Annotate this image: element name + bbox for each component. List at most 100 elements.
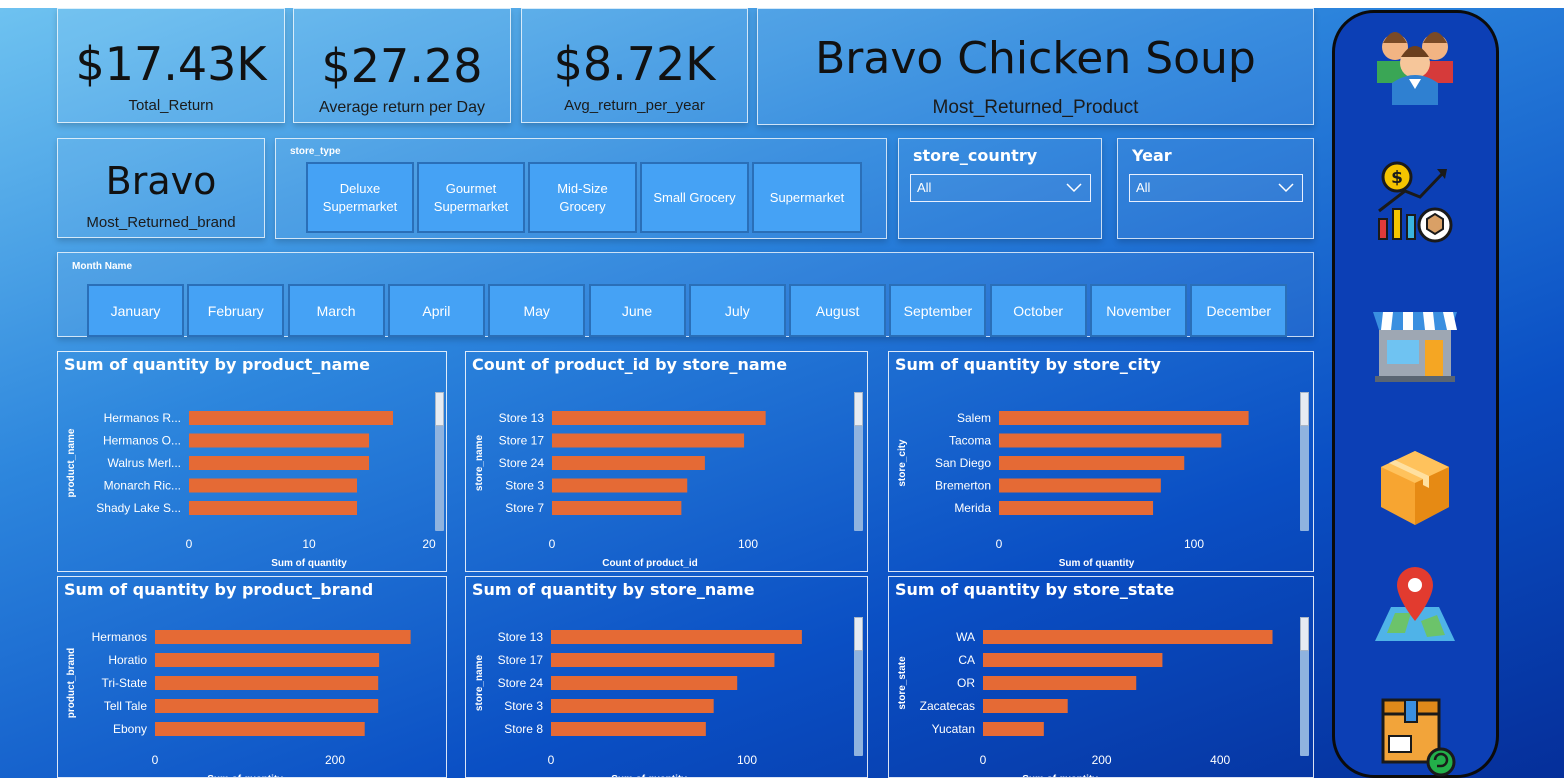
bar[interactable] xyxy=(999,478,1161,493)
bar[interactable] xyxy=(551,699,714,713)
store-type-tile-mid-size[interactable]: Mid-Size Grocery xyxy=(528,162,637,233)
chart-scrollbar[interactable] xyxy=(854,392,863,531)
scrollbar-thumb[interactable] xyxy=(1300,392,1309,426)
bar[interactable] xyxy=(552,433,745,448)
chart-scrollbar[interactable] xyxy=(1300,392,1309,531)
store-type-tile-deluxe[interactable]: Deluxe Supermarket xyxy=(306,162,414,233)
chart-product-brand: Sum of quantity by product_brand Hermanos… xyxy=(57,576,447,778)
bar[interactable] xyxy=(551,676,738,690)
bar[interactable] xyxy=(155,699,379,713)
chart-store-name-count: Count of product_id by store_name Store 1… xyxy=(465,351,868,572)
customers-nav-button[interactable] xyxy=(1365,21,1465,111)
bar[interactable] xyxy=(155,722,365,736)
dropdown-value: All xyxy=(917,180,932,195)
store-icon xyxy=(1373,312,1457,382)
bar[interactable] xyxy=(983,630,1273,644)
category-label: Store 13 xyxy=(499,411,545,425)
store-nav-button[interactable] xyxy=(1365,298,1465,388)
x-tick-label: 0 xyxy=(152,753,159,767)
bar[interactable] xyxy=(552,501,682,515)
kpi-label: Most_Returned_Product xyxy=(932,97,1139,118)
revenue-nav-button[interactable]: $ xyxy=(1365,161,1465,251)
x-tick-label: 20 xyxy=(422,537,436,551)
category-label: Hermanos O... xyxy=(103,434,181,448)
store-type-tile-small-grocery[interactable]: Small Grocery xyxy=(640,162,749,233)
category-label: Store 13 xyxy=(498,630,544,644)
bar[interactable] xyxy=(189,433,369,448)
month-tile-november[interactable]: November xyxy=(1090,284,1187,337)
bar[interactable] xyxy=(551,630,802,644)
bar[interactable] xyxy=(155,653,380,667)
bar[interactable] xyxy=(999,501,1154,515)
category-label: Monarch Ric... xyxy=(104,479,181,493)
month-tile-october[interactable]: October xyxy=(989,284,1087,337)
bar[interactable] xyxy=(983,676,1137,690)
month-tile-february[interactable]: February xyxy=(187,284,285,337)
category-label: Horatio xyxy=(108,653,147,667)
bar[interactable] xyxy=(155,630,411,644)
bar[interactable] xyxy=(983,699,1068,713)
bar[interactable] xyxy=(983,722,1044,736)
year-dropdown[interactable]: All xyxy=(1129,174,1303,202)
bar[interactable] xyxy=(551,653,775,667)
bar[interactable] xyxy=(551,722,706,736)
scrollbar-thumb[interactable] xyxy=(854,392,863,426)
category-label: Ebony xyxy=(113,722,147,736)
store-type-tile-gourmet[interactable]: Gourmet Supermarket xyxy=(417,162,525,233)
bar[interactable] xyxy=(155,676,379,690)
month-tile-january[interactable]: January xyxy=(87,284,184,337)
bar[interactable] xyxy=(189,411,393,425)
bar[interactable] xyxy=(999,433,1222,448)
chart-scrollbar[interactable] xyxy=(854,617,863,756)
scrollbar-thumb[interactable] xyxy=(435,392,444,426)
bar-chart-svg: Hermanos Horatio Tri-State Tell Tale Ebony 0 2… xyxy=(66,630,411,777)
bar[interactable] xyxy=(983,653,1163,667)
kpi-label: Average return per Day xyxy=(318,99,485,116)
category-label: Hermanos xyxy=(92,630,147,644)
bar[interactable] xyxy=(189,478,357,493)
store-type-tile-supermarket[interactable]: Supermarket xyxy=(752,162,862,233)
scrollbar-thumb[interactable] xyxy=(1300,617,1309,651)
y-axis-label: store_name xyxy=(474,654,485,711)
category-label: Store 3 xyxy=(504,699,543,713)
store-country-dropdown[interactable]: All xyxy=(910,174,1091,202)
chevron-down-icon xyxy=(1066,183,1082,193)
chart-scrollbar[interactable] xyxy=(1300,617,1309,756)
category-label: WA xyxy=(956,630,975,644)
kpi-total-return: $17.43K Total_Return xyxy=(57,8,285,123)
bar[interactable] xyxy=(999,411,1249,425)
chevron-down-icon xyxy=(1278,183,1294,193)
kpi-value: $17.43K xyxy=(75,37,267,91)
month-tile-december[interactable]: December xyxy=(1190,284,1288,337)
bar[interactable] xyxy=(552,478,688,493)
month-tile-september[interactable]: September xyxy=(889,284,987,337)
kpi-most-returned-product: Bravo Chicken Soup Most_Returned_Product xyxy=(757,8,1314,125)
category-label: Store 17 xyxy=(498,653,544,667)
dropdown-value: All xyxy=(1136,180,1151,195)
bar[interactable] xyxy=(189,501,357,515)
bar[interactable] xyxy=(999,456,1185,470)
slicer-title: Year xyxy=(1132,146,1172,165)
month-tile-april[interactable]: April xyxy=(387,284,485,337)
y-axis-label: store_state xyxy=(897,656,908,710)
svg-text:$: $ xyxy=(1391,168,1403,188)
returns-nav-button[interactable] xyxy=(1365,688,1465,778)
bar[interactable] xyxy=(189,456,369,470)
map-nav-button[interactable] xyxy=(1365,563,1465,653)
month-tile-june[interactable]: June xyxy=(588,284,686,337)
bar[interactable] xyxy=(552,411,766,425)
category-label: Store 17 xyxy=(499,434,545,448)
month-tile-may[interactable]: May xyxy=(488,284,586,337)
bar[interactable] xyxy=(552,456,705,470)
scrollbar-thumb[interactable] xyxy=(854,617,863,651)
month-tile-july[interactable]: July xyxy=(688,284,786,337)
chart-product-name: Sum of quantity by product_name Hermanos … xyxy=(57,351,447,572)
category-label: Shady Lake S... xyxy=(96,501,181,515)
package-nav-button[interactable] xyxy=(1365,443,1465,533)
bar-chart-svg: Salem Tacoma San Diego Bremerton Merida 0 100 S… xyxy=(897,411,1249,569)
revenue-chart-icon: $ xyxy=(1378,161,1453,243)
chart-store-city: Sum of quantity by store_city Salem Tacoma… xyxy=(888,351,1314,572)
chart-scrollbar[interactable] xyxy=(435,392,444,531)
month-tile-march[interactable]: March xyxy=(287,284,385,337)
month-tile-august[interactable]: August xyxy=(789,284,887,337)
